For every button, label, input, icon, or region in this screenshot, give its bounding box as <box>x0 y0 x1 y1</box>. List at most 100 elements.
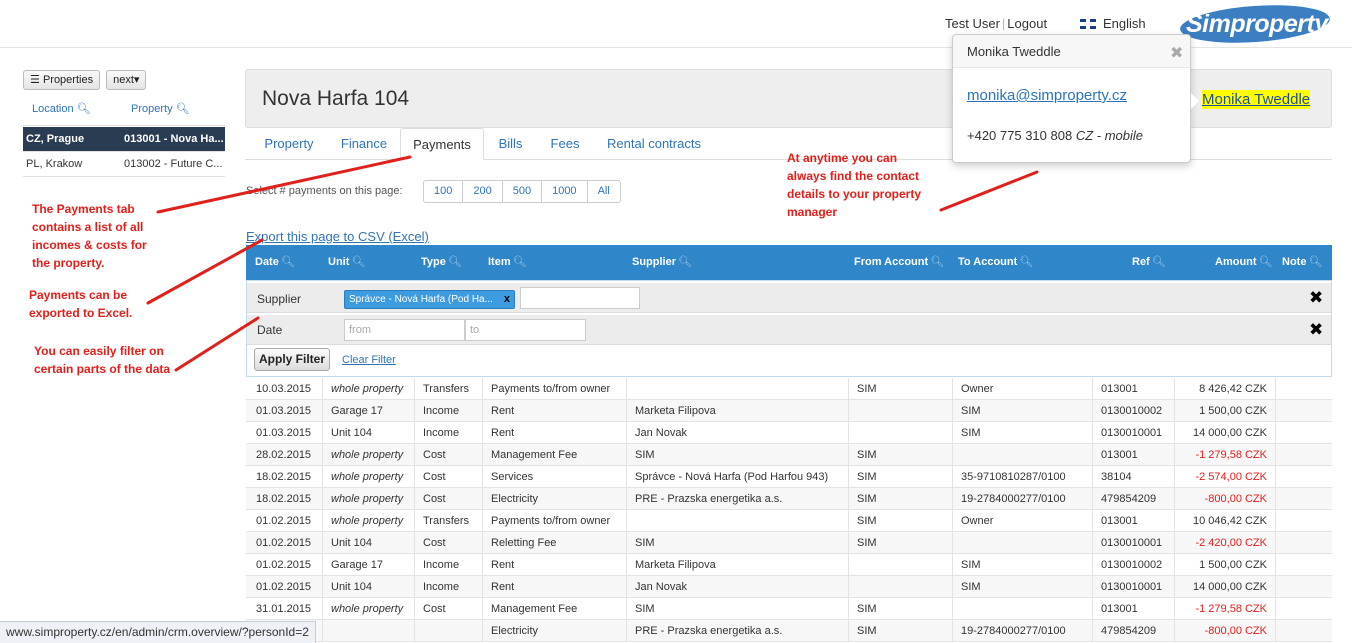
table-row[interactable]: 01.03.2015 Unit 104 Income Rent Jan Novak SIM… <box>246 422 1332 444</box>
cell-type: Cost <box>414 466 482 488</box>
column-label: Supplier <box>632 256 677 268</box>
cell-unit: whole property <box>322 598 414 620</box>
sidebar-location: PL, Krakow <box>26 158 83 170</box>
table-row[interactable]: 01.02.2015 Unit 104 Income Rent Jan Novak SIM… <box>246 576 1332 598</box>
property-column-header[interactable]: Property 🔍︎ <box>131 102 190 115</box>
tab-rental-contracts[interactable]: Rental contracts <box>598 128 710 160</box>
export-csv-link[interactable]: Export this page to CSV (Excel) <box>246 229 429 244</box>
search-icon: 🔍︎ <box>678 256 692 268</box>
cell-item: Electricity <box>482 620 626 642</box>
search-icon: 🔍︎ <box>930 256 945 268</box>
logout-link[interactable]: Logout <box>1007 16 1047 31</box>
cell-to <box>952 444 1092 466</box>
cell-date: 10.03.2015 <box>256 383 312 395</box>
table-row[interactable]: 01.03.2015 Garage 17 Income Rent Marketa Fil… <box>246 400 1332 422</box>
search-icon: 🔍︎ <box>1308 256 1323 268</box>
search-icon: 🔍︎ <box>76 103 91 115</box>
table-row[interactable]: 01.02.2015 Unit 104 Cost Reletting Fee SIM SI… <box>246 532 1332 554</box>
page-size-option[interactable]: 500 <box>503 181 543 202</box>
cell-date: 01.02.2015 <box>256 515 312 527</box>
column-header-supplier[interactable]: Supplier 🔍︎ <box>632 255 692 268</box>
column-header-amount[interactable]: Amount 🔍︎ <box>1215 255 1273 268</box>
table-row[interactable]: 28.02.2015 whole property Cost Management F… <box>246 444 1332 466</box>
close-icon[interactable]: ✖ <box>1170 43 1183 63</box>
cell-note <box>1275 576 1332 598</box>
date-from-input[interactable]: from <box>344 319 465 341</box>
tab-property[interactable]: Property <box>250 128 328 160</box>
table-row[interactable]: 18.02.2015 whole property Cost Electricity P… <box>246 488 1332 510</box>
cell-item: Rent <box>482 576 626 598</box>
column-header-item[interactable]: Item 🔍︎ <box>488 255 527 268</box>
date-filter-row: Date from to ✖ <box>247 315 1331 345</box>
property-manager-link[interactable]: Monika Tweddle <box>1202 90 1311 109</box>
table-row[interactable]: 10.03.2015 whole property Transfers Payment… <box>246 378 1332 400</box>
tab-payments[interactable]: Payments <box>400 128 484 160</box>
chip-remove-icon[interactable]: x <box>504 291 510 308</box>
column-header-date[interactable]: Date 🔍︎ <box>255 255 295 268</box>
cell-item: Payments to/from owner <box>482 378 626 400</box>
cell-to: SIM <box>952 554 1092 576</box>
tab-bills[interactable]: Bills <box>487 128 534 160</box>
remove-filter-icon[interactable]: ✖ <box>1309 288 1323 308</box>
column-header-from-account[interactable]: From Account 🔍︎ <box>854 255 944 268</box>
cell-note <box>1275 488 1332 510</box>
tab-finance[interactable]: Finance <box>328 128 400 160</box>
table-row[interactable]: 18.02.2015 whole property Cost Services Sprá… <box>246 466 1332 488</box>
user-name-link[interactable]: Test User <box>945 16 1000 31</box>
column-header-ref[interactable]: Ref 🔍︎ <box>1132 255 1166 268</box>
cell-from: SIM <box>848 466 952 488</box>
search-icon: 🔍︎ <box>1019 256 1034 268</box>
payments-table-body: 10.03.2015 whole property Transfers Payment… <box>246 378 1332 642</box>
page-size-buttons: 100 200 500 1000 All <box>423 180 621 203</box>
manager-email-link[interactable]: monika@simproperty.cz <box>967 87 1127 104</box>
cell-type: Cost <box>414 598 482 620</box>
cell-unit: whole property <box>322 466 414 488</box>
tab-fees[interactable]: Fees <box>541 128 589 160</box>
next-button[interactable]: next▾ <box>106 70 147 90</box>
cell-date: 18.02.2015 <box>256 493 312 505</box>
cell-from <box>848 554 952 576</box>
contact-popover: Monika Tweddle ✖ monika@simproperty.cz +… <box>952 34 1199 163</box>
location-column-header[interactable]: Location 🔍︎ <box>32 102 91 115</box>
language-selector[interactable]: English <box>1080 16 1146 31</box>
properties-button[interactable]: ☰ Properties <box>23 70 101 90</box>
cell-supplier: Správce - Nová Harfa (Pod Harfou 943) <box>626 466 848 488</box>
cell-type: Cost <box>414 532 482 554</box>
cell-amount: 14 000,00 CZK <box>1174 576 1275 598</box>
table-row[interactable]: 01.02.2015 whole property Transfers Payment… <box>246 510 1332 532</box>
cell-type: Income <box>414 576 482 598</box>
page-size-option[interactable]: 1000 <box>542 181 588 202</box>
cell-item: Rent <box>482 400 626 422</box>
table-row[interactable]: Electricity PRE - Prazska energetika a.s.… <box>246 620 1332 642</box>
remove-filter-icon[interactable]: ✖ <box>1309 320 1323 340</box>
page-size-option[interactable]: 100 <box>424 181 464 202</box>
apply-filter-button[interactable]: Apply Filter <box>254 348 331 371</box>
supplier-filter-chip[interactable]: Správce - Nová Harfa (Pod Ha... x <box>344 290 515 309</box>
search-icon: 🔍︎ <box>175 103 190 115</box>
table-row[interactable]: 31.01.2015 whole property Cost Management F… <box>246 598 1332 620</box>
cell-unit: whole property <box>322 510 414 532</box>
cell-item: Management Fee <box>482 444 626 466</box>
date-to-input[interactable]: to <box>465 319 586 341</box>
cell-from <box>848 422 952 444</box>
clear-filter-link[interactable]: Clear Filter <box>342 354 396 366</box>
supplier-filter-input[interactable] <box>520 287 640 309</box>
simproperty-logo[interactable]: Simproperty <box>1178 0 1332 48</box>
column-header-note[interactable]: Note 🔍︎ <box>1282 255 1322 268</box>
sidebar-row[interactable]: PL, Krakow 013002 - Future C... <box>23 152 225 177</box>
sidebar-row[interactable]: CZ, Prague 013001 - Nova Ha... <box>23 127 225 152</box>
annotation-payments-tab: The Payments tab contains a list of all … <box>32 202 147 270</box>
popover-title: Monika Tweddle <box>953 35 1190 68</box>
cell-type <box>414 620 482 642</box>
page-size-option[interactable]: 200 <box>463 181 503 202</box>
column-header-unit[interactable]: Unit 🔍︎ <box>328 255 365 268</box>
page-title: Nova Harfa 104 <box>262 87 410 110</box>
annotation-export: Payments can be exported to Excel. <box>29 288 133 320</box>
cell-note <box>1275 598 1332 620</box>
page-size-option[interactable]: All <box>588 181 620 202</box>
column-label: Amount <box>1215 256 1257 268</box>
column-header-type[interactable]: Type 🔍︎ <box>421 255 462 268</box>
column-header-to-account[interactable]: To Account 🔍︎ <box>958 255 1033 268</box>
table-row[interactable]: 01.02.2015 Garage 17 Income Rent Marketa Fil… <box>246 554 1332 576</box>
cell-to: SIM <box>952 422 1092 444</box>
